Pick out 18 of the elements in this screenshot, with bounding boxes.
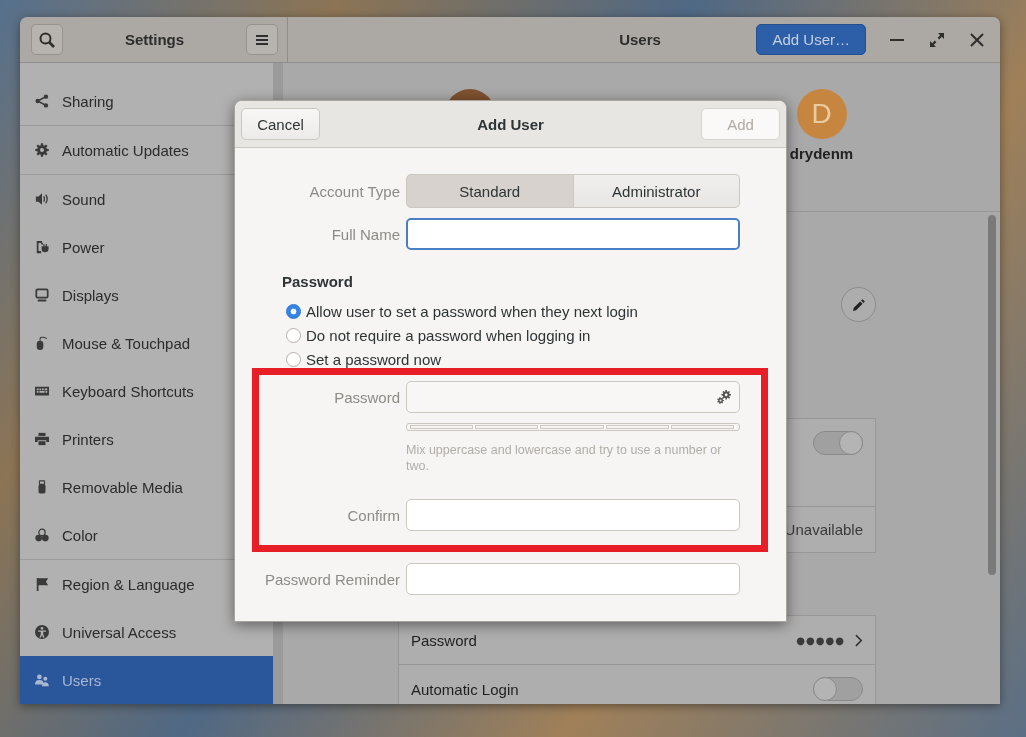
user-name: drydenm xyxy=(789,145,854,162)
row-label: Automatic Login xyxy=(411,680,520,698)
password-value: ●●●●● xyxy=(796,634,845,646)
field-label: Full Name xyxy=(330,225,400,243)
section-heading: Password xyxy=(282,273,354,291)
radio-label: Allow user to set a password when they next login xyxy=(306,302,638,320)
field-label: Password xyxy=(333,388,400,406)
dialog-title: Add User xyxy=(476,115,545,133)
field-label: Account Type xyxy=(308,182,400,200)
row-label: Password xyxy=(411,631,478,649)
field-label: Password Reminder xyxy=(263,570,400,588)
window-title: Settings xyxy=(123,31,186,48)
page-title: Users xyxy=(619,31,661,48)
radio-label: Do not require a password when logging in xyxy=(306,326,591,344)
status-value: Unavailable xyxy=(784,521,863,538)
radio-label: Set a password now xyxy=(306,350,442,368)
field-label: Confirm xyxy=(346,506,400,524)
hint-text: Mix uppercase and lowercase and try to use a number or two. xyxy=(406,442,723,474)
